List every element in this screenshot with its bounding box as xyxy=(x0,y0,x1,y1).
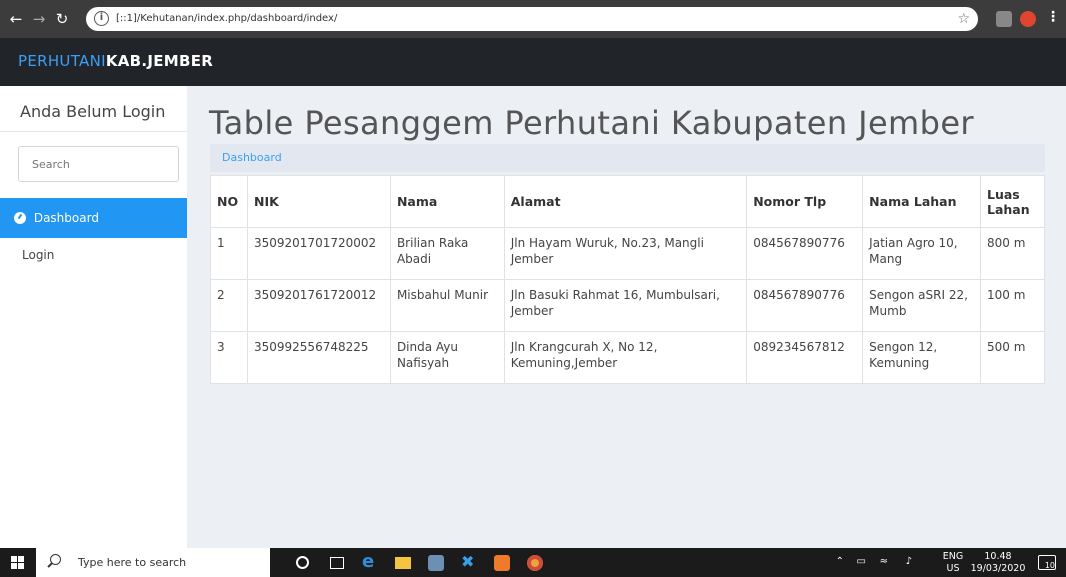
cell-nomor-tlp: 084567890776 xyxy=(746,227,864,280)
cell-luas-lahan: 100 m xyxy=(979,279,1046,332)
breadcrumb: Dashboard xyxy=(210,144,1045,172)
cell-nama-lahan: Jatian Agro 10, Mang xyxy=(862,227,981,280)
extension-icon[interactable] xyxy=(996,11,1012,27)
table-row: 3 350992556748225 Dinda Ayu Nafisyah Jln… xyxy=(210,331,1046,384)
notification-count: 10 xyxy=(1044,561,1055,570)
language-indicator[interactable]: ENG US xyxy=(940,551,966,575)
sidebar-item-login[interactable]: Login xyxy=(22,248,54,262)
cell-luas-lahan: 800 m xyxy=(979,227,1046,280)
windows-taskbar: Type here to search e ✖ ⌃ ▭ ≈ ♪ ENG US 1… xyxy=(0,548,1066,577)
sidebar-item-dashboard[interactable]: Dashboard xyxy=(0,198,187,238)
profile-avatar-icon[interactable] xyxy=(1020,11,1036,27)
header-nama-lahan: Nama Lahan xyxy=(862,175,981,228)
browser-menu-icon[interactable]: ⋮ xyxy=(1046,9,1060,25)
table-row: 2 3509201761720012 Misbahul Munir Jln Ba… xyxy=(210,279,1046,332)
vscode-icon[interactable]: ✖ xyxy=(461,552,477,571)
wifi-icon[interactable]: ≈ xyxy=(880,556,888,567)
sidebar: Anda Belum Login Dashboard Login xyxy=(0,86,187,548)
pesanggem-table: NO NIK Nama Alamat Nomor Tlp Nama Lahan … xyxy=(210,175,1046,384)
cell-luas-lahan: 500 m xyxy=(979,331,1046,384)
region-code: US xyxy=(946,563,960,574)
cell-nama-lahan: Sengon aSRI 22, Mumb xyxy=(862,279,981,332)
sidebar-search xyxy=(18,146,179,182)
address-url: [::1]/Kehutanan/index.php/dashboard/inde… xyxy=(116,13,338,24)
login-status: Anda Belum Login xyxy=(0,86,187,132)
back-arrow-icon[interactable]: ← xyxy=(6,9,26,29)
cell-no: 2 xyxy=(210,279,248,332)
notification-center-icon[interactable]: 10 xyxy=(1038,555,1056,570)
header-nama: Nama xyxy=(389,175,505,228)
cell-nik: 3509201761720012 xyxy=(246,279,391,332)
forward-arrow-icon[interactable]: → xyxy=(29,9,49,29)
file-explorer-icon[interactable] xyxy=(395,557,411,569)
cell-nama: Misbahul Munir xyxy=(389,279,505,332)
browser-toolbar: ← → ↻ i [::1]/Kehutanan/index.php/dashbo… xyxy=(0,0,1066,38)
tray-chevron-icon[interactable]: ⌃ xyxy=(836,556,844,567)
address-bar[interactable]: i [::1]/Kehutanan/index.php/dashboard/in… xyxy=(86,7,978,31)
search-input[interactable] xyxy=(19,147,178,181)
cell-alamat: Jln Krangcurah X, No 12, Kemuning,Jember xyxy=(503,331,748,384)
bookmark-star-icon[interactable]: ☆ xyxy=(957,7,970,31)
brand-logo[interactable]: PERHUTANIKAB.JEMBER xyxy=(18,52,213,70)
edge-browser-icon[interactable]: e xyxy=(362,551,378,572)
header-luas-lahan: Luas Lahan xyxy=(979,175,1046,228)
cell-nomor-tlp: 084567890776 xyxy=(746,279,864,332)
table-row: 1 3509201701720002 Brilian Raka Abadi Jl… xyxy=(210,227,1046,280)
taskbar-search-placeholder: Type here to search xyxy=(78,556,187,569)
taskbar-clock[interactable]: 10.48 19/03/2020 xyxy=(970,551,1026,575)
app-header: PERHUTANIKAB.JEMBER xyxy=(0,38,1066,86)
taskbar-search-box[interactable]: Type here to search xyxy=(36,548,270,577)
cortana-icon[interactable] xyxy=(296,556,309,569)
info-icon[interactable]: i xyxy=(94,11,109,26)
store-icon[interactable] xyxy=(428,555,444,571)
header-alamat: Alamat xyxy=(503,175,748,228)
cell-no: 1 xyxy=(210,227,248,280)
sidebar-item-label: Dashboard xyxy=(33,211,99,225)
cell-alamat: Jln Basuki Rahmat 16, Mumbulsari, Jember xyxy=(503,279,748,332)
cell-nama-lahan: Sengon 12, Kemuning xyxy=(862,331,981,384)
chrome-icon[interactable] xyxy=(527,555,543,571)
header-nomor-tlp: Nomor Tlp xyxy=(746,175,864,228)
language-code: ENG xyxy=(942,551,964,562)
cell-nik: 350992556748225 xyxy=(246,331,391,384)
brand-part1: PERHUTANI xyxy=(18,52,106,70)
clock-time: 10.48 xyxy=(984,551,1012,562)
reload-icon[interactable]: ↻ xyxy=(52,9,72,29)
dashboard-icon xyxy=(14,212,26,224)
breadcrumb-dashboard-link[interactable]: Dashboard xyxy=(222,151,282,164)
cell-no: 3 xyxy=(210,331,248,384)
xampp-icon[interactable] xyxy=(494,555,510,571)
cell-nama: Dinda Ayu Nafisyah xyxy=(389,331,505,384)
search-icon xyxy=(50,554,61,565)
page-title: Table Pesanggem Perhutani Kabupaten Jemb… xyxy=(209,104,974,142)
data-table-container: NO NIK Nama Alamat Nomor Tlp Nama Lahan … xyxy=(210,175,1046,384)
battery-icon[interactable]: ▭ xyxy=(857,556,866,567)
header-no: NO xyxy=(210,175,248,228)
cell-nama: Brilian Raka Abadi xyxy=(389,227,505,280)
cell-nomor-tlp: 089234567812 xyxy=(746,331,864,384)
cell-alamat: Jln Hayam Wuruk, No.23, Mangli Jember xyxy=(503,227,748,280)
header-nik: NIK xyxy=(246,175,391,228)
brand-part2: KAB.JEMBER xyxy=(105,52,214,70)
main-content: Table Pesanggem Perhutani Kabupaten Jemb… xyxy=(187,86,1066,548)
windows-start-icon[interactable] xyxy=(11,556,25,570)
task-view-icon[interactable] xyxy=(330,557,344,569)
cell-nik: 3509201701720002 xyxy=(246,227,391,280)
table-header-row: NO NIK Nama Alamat Nomor Tlp Nama Lahan … xyxy=(210,175,1046,228)
volume-icon[interactable]: ♪ xyxy=(906,556,912,567)
clock-date: 19/03/2020 xyxy=(970,563,1026,574)
